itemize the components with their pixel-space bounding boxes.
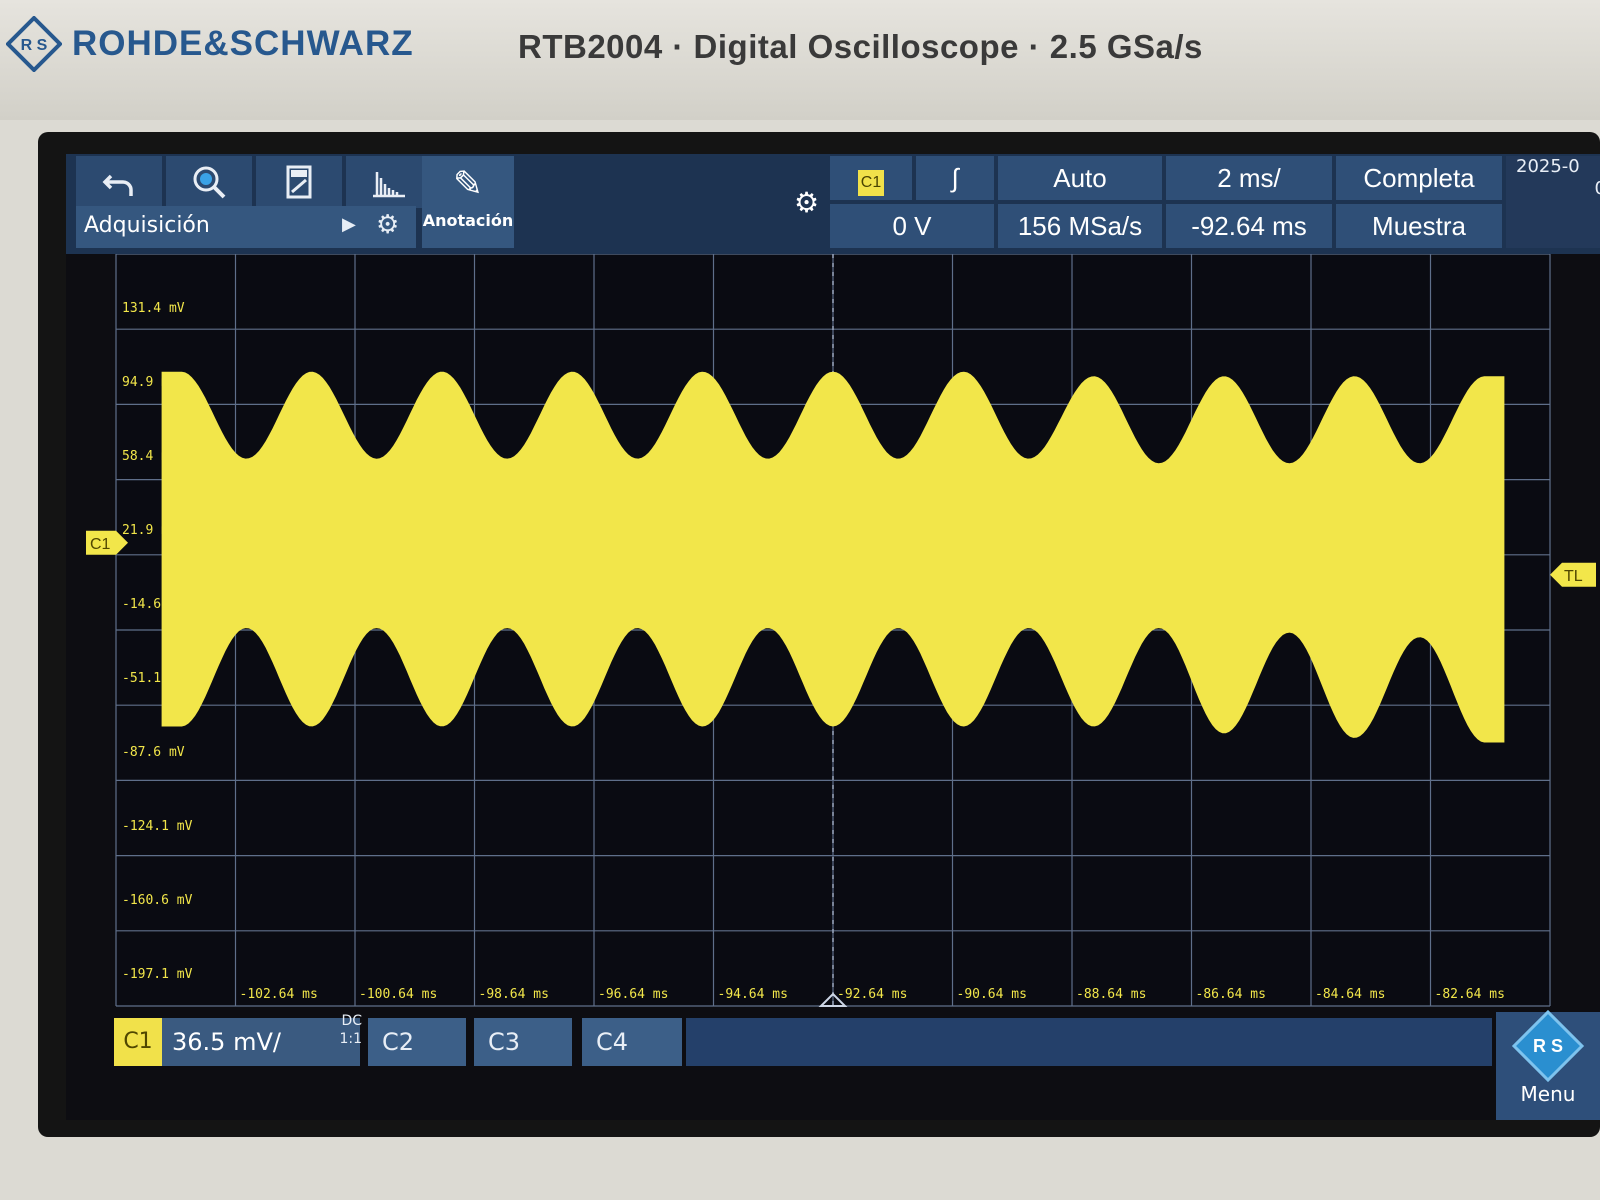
trigger-level[interactable]: 0 V xyxy=(830,204,994,248)
rs-menu-logo-icon: R S xyxy=(1511,1009,1585,1083)
menu-label: Menu xyxy=(1520,1082,1576,1106)
sample-rate[interactable]: 156 MSa/s xyxy=(998,204,1162,248)
bottom-bar: C1 36.5 mV/ DC 1:1 C2 C3 C4 R S Menu xyxy=(66,1009,1600,1120)
trigger-level-label: TL xyxy=(1564,568,1583,585)
x-axis-label: -82.64 ms xyxy=(1435,987,1505,1002)
time: 0 xyxy=(1516,178,1600,200)
annotation-label: Anotación xyxy=(422,211,514,230)
acquisition-gear-icon[interactable]: ⚙ xyxy=(376,210,399,240)
y-axis-label: 131.4 mV xyxy=(122,301,185,316)
settings-gear-icon[interactable]: ⚙ xyxy=(794,186,819,219)
channel-2-tag: C2 xyxy=(382,1028,415,1056)
y-axis-label: -87.6 mV xyxy=(122,745,185,760)
instrument-bezel: R S ROHDE&SCHWARZ RTB2004 · Digital Osci… xyxy=(0,0,1600,120)
brand-name: ROHDE&SCHWARZ xyxy=(72,24,414,63)
x-axis-label: -90.64 ms xyxy=(957,987,1027,1002)
trigger-mode[interactable]: Auto xyxy=(998,156,1162,200)
acquisition-submode[interactable]: Muestra xyxy=(1336,204,1502,248)
y-axis-label: -197.1 mV xyxy=(122,967,193,982)
channel-4-tag: C4 xyxy=(596,1028,629,1056)
save-button[interactable] xyxy=(256,156,342,208)
acquisition-mode[interactable]: Completa xyxy=(1336,156,1502,200)
histogram-icon xyxy=(373,172,405,198)
acquisition-menu[interactable]: Adquisición ▶ ⚙ xyxy=(76,206,416,248)
x-axis-label: -92.64 ms xyxy=(837,987,907,1002)
svg-text:R S: R S xyxy=(21,37,48,54)
model-label: RTB2004 · Digital Oscilloscope · 2.5 GSa… xyxy=(518,28,1203,65)
y-axis-label: -51.1 mV xyxy=(122,671,185,686)
channel-2-button[interactable]: C2 xyxy=(368,1018,466,1066)
zoom-icon xyxy=(193,166,226,199)
date: 2025-0 xyxy=(1516,156,1580,177)
channel-1-button[interactable]: C1 36.5 mV/ DC 1:1 xyxy=(114,1013,362,1066)
oscilloscope-screen: Adquisición ▶ ⚙ ✎ Anotación ⚙ C1 ∫ 0 V A… xyxy=(66,154,1600,1120)
channel-3-button[interactable]: C3 xyxy=(474,1018,572,1066)
pencil-icon: ✎ xyxy=(452,164,484,205)
channel-4-button[interactable]: C4 xyxy=(582,1018,682,1066)
date-time: 2025-0 0 xyxy=(1506,156,1600,248)
x-axis-label: -98.64 ms xyxy=(479,987,549,1002)
probe-ratio: 1:1 xyxy=(339,1031,362,1047)
x-axis-label: -96.64 ms xyxy=(598,987,668,1002)
trigger-source-badge: C1 xyxy=(858,170,884,196)
y-axis-label: -124.1 mV xyxy=(122,819,193,834)
zoom-button[interactable] xyxy=(166,156,252,208)
channel-1-coupling: DC 1:1 xyxy=(332,1012,362,1048)
x-axis-label: -100.64 ms xyxy=(359,987,437,1002)
svg-text:R S: R S xyxy=(1533,1036,1563,1056)
x-axis-label: -102.64 ms xyxy=(240,987,318,1002)
brand: R S ROHDE&SCHWARZ xyxy=(6,16,414,72)
x-axis-label: -84.64 ms xyxy=(1315,987,1385,1002)
histogram-button[interactable] xyxy=(346,156,432,208)
annotation-button[interactable]: ✎ Anotación xyxy=(422,156,514,248)
undo-button[interactable] xyxy=(76,156,162,208)
play-icon[interactable]: ▶ xyxy=(342,214,356,235)
y-axis-label: 94.9 mV xyxy=(122,375,177,390)
channel-1-scale: 36.5 mV/ xyxy=(172,1028,281,1056)
channel-1-offset-label: C1 xyxy=(90,536,111,553)
acquisition-label: Adquisición xyxy=(84,213,210,238)
timebase[interactable]: 2 ms/ xyxy=(1166,156,1332,200)
rs-logo-icon: R S xyxy=(6,16,62,72)
save-icon xyxy=(286,165,312,199)
y-axis-label: 58.4 mV xyxy=(122,449,177,464)
x-axis-label: -88.64 ms xyxy=(1076,987,1146,1002)
rising-edge-icon: ∫ xyxy=(951,163,959,193)
x-axis-label: -94.64 ms xyxy=(718,987,788,1002)
y-axis-label: -14.6 mV xyxy=(122,597,185,612)
waveform-grid[interactable]: 131.4 mV 94.9 mV 58.4 mV 21.9 mV -14.6 mV -51… xyxy=(66,254,1600,1014)
trigger-source[interactable]: C1 xyxy=(830,156,912,200)
top-toolbar: Adquisición ▶ ⚙ ✎ Anotación ⚙ C1 ∫ 0 V A… xyxy=(66,154,1600,254)
channel-1-tag: C1 xyxy=(114,1018,162,1066)
coupling-label: DC xyxy=(341,1013,362,1029)
x-axis-label: -86.64 ms xyxy=(1196,987,1266,1002)
undo-icon xyxy=(102,174,133,196)
status-bar xyxy=(686,1018,1492,1066)
trigger-slope[interactable]: ∫ xyxy=(916,156,994,200)
menu-button[interactable]: R S Menu xyxy=(1496,1009,1600,1120)
y-axis-label: -160.6 mV xyxy=(122,893,193,908)
time-position[interactable]: -92.64 ms xyxy=(1166,204,1332,248)
y-axis-label: 21.9 mV xyxy=(122,523,177,538)
channel-3-tag: C3 xyxy=(488,1028,521,1056)
